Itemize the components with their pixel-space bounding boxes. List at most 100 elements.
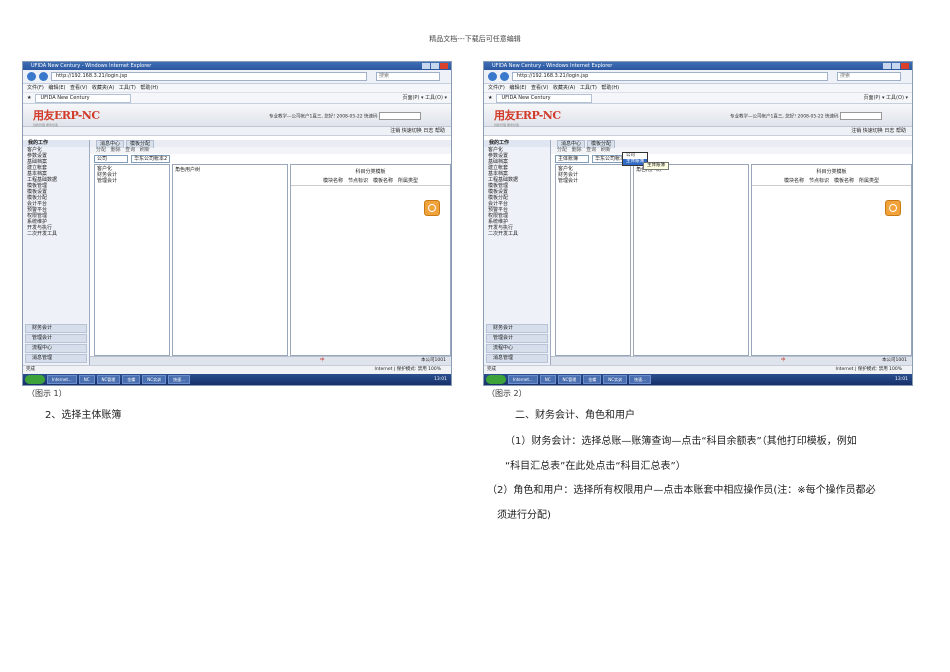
star-icon[interactable]: ★ — [27, 93, 31, 103]
figure-caption-2: （图示 2） — [487, 389, 527, 398]
top-links[interactable]: 注销 快速切换 日志 帮助 — [484, 127, 912, 136]
help-icon[interactable] — [424, 200, 440, 216]
app-status-bar: 中 本公司1001 — [551, 356, 912, 365]
ie-status-left: 完成 — [26, 367, 35, 372]
ie-status-right: Internet | 保护模式: 禁用 100% — [374, 367, 442, 372]
maximize-button[interactable] — [892, 63, 900, 69]
close-button[interactable] — [440, 63, 448, 69]
work-area: 消息中心 模板分配 分配 删除 查询 刷新 主体账簿 华东公司帐本2 客户化 财务… — [551, 140, 912, 365]
menu-bar[interactable]: 文件(F) 编辑(E) 查看(V) 收藏夹(A) 工具(T) 帮助(H) — [23, 84, 451, 93]
top-links[interactable]: 注销 快速切换 日志 帮助 — [23, 127, 451, 136]
taskbar-item[interactable]: 金蝶 — [122, 375, 141, 384]
taskbar-item[interactable]: 快速... — [629, 375, 651, 384]
search-input[interactable]: 搜索 — [837, 72, 901, 81]
role-user-tree-label[interactable]: 角色用户树 — [175, 167, 200, 173]
forward-icon[interactable] — [39, 72, 48, 81]
nav-group[interactable]: 管理会计 — [25, 334, 87, 343]
browser-tab[interactable]: UFIDA New Century — [35, 93, 131, 103]
nav-group[interactable]: 消息管理 — [486, 354, 548, 363]
minimize-button[interactable] — [422, 63, 430, 69]
taskbar-item[interactable]: NC实训 — [603, 375, 628, 384]
tab-bar: 消息中心 模板分配 — [551, 140, 912, 148]
tree-item[interactable]: 管理会计 — [558, 178, 628, 184]
close-button[interactable] — [901, 63, 909, 69]
taskbar-item[interactable]: Internet... — [47, 375, 77, 384]
url-input[interactable]: http://192.168.3.21/login.jsp — [512, 72, 828, 81]
tree-item[interactable]: 管理会计 — [97, 178, 167, 184]
column-header[interactable]: 模板名称 — [834, 177, 854, 184]
taskbar-item[interactable]: NC — [78, 375, 95, 384]
banner-info: 专业教学—公司帐户1直三, 您好! 2008-05-22 快速码 — [269, 112, 421, 120]
ie-status-bar: 完成 Internet | 保护模式: 禁用 100% — [484, 365, 912, 374]
taskbar-item[interactable]: 快速... — [168, 375, 190, 384]
address-bar: http://192.168.3.21/login.jsp 搜索 — [484, 70, 912, 84]
logo-text: 用友ERP-NC — [494, 109, 561, 122]
window-title-bar: UFIDA New Century - Windows Internet Exp… — [484, 62, 912, 70]
nav-item[interactable]: 二次开发工具 — [27, 231, 89, 237]
nav-group[interactable]: 流程中心 — [486, 344, 548, 353]
column-header[interactable]: 所属类型 — [859, 177, 879, 184]
favorites-bar: ★ UFIDA New Century 页面(P) ▾ 工具(O) ▾ — [484, 93, 912, 104]
taskbar-clock: 13:01 — [895, 377, 908, 382]
role-user-tree: 角色用户树 — [172, 164, 288, 356]
address-bar: http://192.168.3.21/login.jsp 搜索 — [23, 70, 451, 84]
paragraph-2-line-1: （2）角色和用户：选择所有权限用户—点击本账套中相应操作员(注：※每个操作员都必 — [487, 485, 876, 496]
ie-command-bar[interactable]: 页面(P) ▾ 工具(O) ▾ — [402, 93, 451, 103]
status-right: 本公司1001 — [421, 358, 446, 363]
left-nav-tree: 客户化 参数设置 基础档案 建立帐套 基本档案 工程基础数据 模板管理 模板设置… — [484, 147, 550, 237]
menu-bar[interactable]: 文件(F) 编辑(E) 查看(V) 收藏夹(A) 工具(T) 帮助(H) — [484, 84, 912, 93]
taskbar-item[interactable]: 金蝶 — [583, 375, 602, 384]
url-input[interactable]: http://192.168.3.21/login.jsp — [51, 72, 367, 81]
left-nav-title: 我的工作 — [23, 140, 89, 147]
column-header[interactable]: 节点标识 — [348, 177, 368, 184]
taskbar-item[interactable]: Internet... — [508, 375, 538, 384]
nav-item[interactable]: 二次开发工具 — [488, 231, 550, 237]
screenshot-figure-2: UFIDA New Century - Windows Internet Exp… — [483, 61, 913, 386]
type-select[interactable]: 公司 — [94, 154, 128, 163]
taskbar-item[interactable]: NC管理 — [96, 375, 121, 384]
start-button[interactable] — [25, 375, 45, 384]
main-area: 我的工作 客户化 参数设置 基础档案 建立帐套 基本档案 工程基础数据 模板管理… — [484, 140, 912, 365]
column-header[interactable]: 模块名称 — [784, 177, 804, 184]
nav-group[interactable]: 财务会计 — [486, 324, 548, 333]
minimize-button[interactable] — [883, 63, 891, 69]
forward-icon[interactable] — [500, 72, 509, 81]
taskbar-item[interactable]: NC管理 — [557, 375, 582, 384]
quick-code-input[interactable] — [840, 112, 882, 120]
nav-group[interactable]: 财务会计 — [25, 324, 87, 333]
type-select[interactable]: 主体账簿 — [555, 154, 589, 163]
banner-info: 专业教学—公司帐户1直三, 您好! 2008-05-22 快速码 — [730, 112, 882, 120]
column-header[interactable]: 模块名称 — [323, 177, 343, 184]
ie-command-bar[interactable]: 页面(P) ▾ 工具(O) ▾ — [863, 93, 912, 103]
window-controls — [883, 63, 909, 69]
start-button[interactable] — [486, 375, 506, 384]
star-icon[interactable]: ★ — [488, 93, 492, 103]
nav-group[interactable]: 流程中心 — [25, 344, 87, 353]
back-icon[interactable] — [27, 72, 36, 81]
column-header[interactable]: 模板名称 — [373, 177, 393, 184]
step-2-text: 2、选择主体账簿 — [45, 410, 122, 421]
back-icon[interactable] — [488, 72, 497, 81]
company-select[interactable]: 华东公司帐本2 — [131, 154, 171, 163]
column-header[interactable]: 节点标识 — [809, 177, 829, 184]
left-nav-groups: 财务会计 管理会计 流程中心 消息管理 — [486, 323, 548, 363]
banner-info-text: 专业教学—公司帐户1直三, 您好! 2008-05-22 快速码 — [269, 114, 378, 120]
maximize-button[interactable] — [431, 63, 439, 69]
taskbar-item[interactable]: NC — [539, 375, 556, 384]
paragraph-1-line-1: （1）财务会计：选择总账—账簿查询—点击“科目余额表”（其他打印模板，例如 — [505, 436, 857, 447]
column-header[interactable]: 所属类型 — [398, 177, 418, 184]
help-icon[interactable] — [885, 200, 901, 216]
search-input[interactable]: 搜索 — [376, 72, 440, 81]
ie-status-right: Internet | 保护模式: 禁用 100% — [835, 367, 903, 372]
nav-group[interactable]: 管理会计 — [486, 334, 548, 343]
browser-tab[interactable]: UFIDA New Century — [496, 93, 592, 103]
header-note: 精品文档---下载后可任意编辑 — [429, 35, 521, 43]
taskbar-item[interactable]: NC实训 — [142, 375, 167, 384]
favorites-bar: ★ UFIDA New Century 页面(P) ▾ 工具(O) ▾ — [23, 93, 451, 104]
template-list: 科目分类模板 模块名称 节点标识 模板名称 所属类型 — [290, 164, 451, 356]
toolbar[interactable]: 分配 删除 查询 刷新 — [551, 147, 912, 154]
quick-code-input[interactable] — [379, 112, 421, 120]
toolbar[interactable]: 分配 删除 查询 刷新 — [90, 147, 451, 154]
nav-group[interactable]: 消息管理 — [25, 354, 87, 363]
template-list-caption: 科目分类模板 — [816, 169, 847, 175]
